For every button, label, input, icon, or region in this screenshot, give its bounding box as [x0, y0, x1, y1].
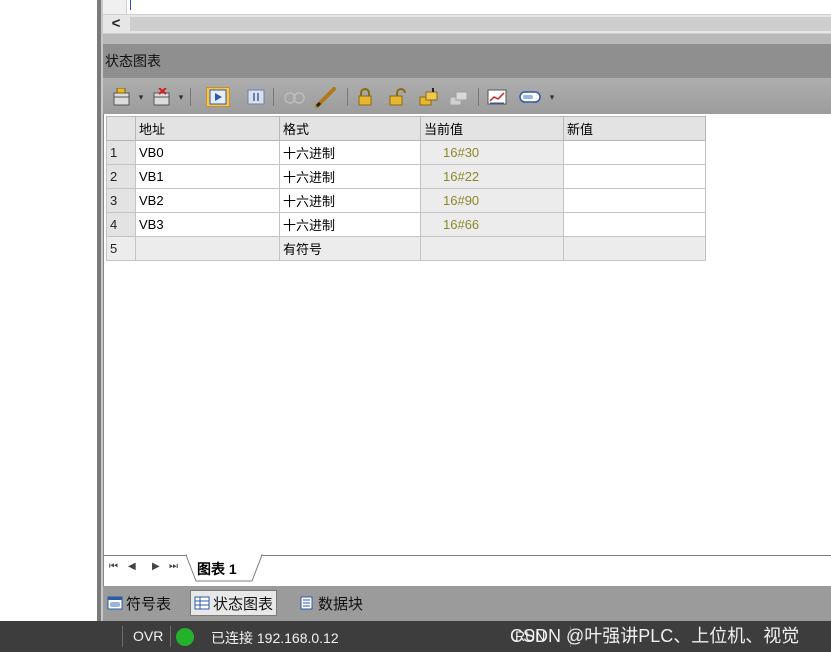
last-sheet-button[interactable]: ⏭ — [169, 561, 178, 572]
tag-icon — [519, 91, 541, 103]
unforce-button[interactable] — [386, 87, 410, 107]
new-value-cell[interactable] — [563, 212, 706, 237]
tab-status-chart[interactable]: 状态图表 — [190, 590, 278, 616]
toolbar-separator — [190, 88, 191, 106]
current-value-cell: 16#66 — [420, 212, 564, 237]
force-all-button[interactable] — [416, 87, 440, 107]
left-blank-area — [0, 0, 97, 621]
scroll-left-button[interactable]: < — [107, 16, 125, 32]
new-value-cell[interactable] — [563, 164, 706, 189]
editor-gutter — [103, 0, 127, 14]
format-cell[interactable]: 十六进制 — [279, 140, 421, 165]
status-chart-table: 地址 格式 当前值 新值 1 VB0 十六进制 16#30 2 VB1 十六进制… — [106, 116, 706, 261]
text-cursor — [130, 0, 131, 10]
insert-row-button[interactable] — [110, 87, 134, 107]
tab-data-block-label: 数据块 — [318, 595, 364, 613]
watermark-text: CSDN @叶强讲PLC、上位机、视觉 — [510, 626, 800, 646]
graph-button[interactable] — [281, 87, 309, 107]
tag-dropdown[interactable]: ▾ — [547, 87, 557, 107]
first-sheet-button[interactable]: ⏮ — [109, 561, 118, 572]
force-lock-icon — [358, 88, 372, 106]
monitor-start-icon — [209, 89, 227, 105]
table-row[interactable]: 4 VB3 十六进制 16#66 — [106, 212, 706, 237]
overwrite-mode-indicator: OVR — [133, 628, 164, 644]
insert-row-icon — [113, 88, 130, 106]
format-cell[interactable]: 十六进制 — [279, 188, 421, 213]
address-cell[interactable]: VB2 — [135, 188, 280, 213]
row-number[interactable]: 1 — [106, 140, 136, 165]
sheet-tab-chart-1[interactable]: 图表 1 — [197, 559, 237, 579]
status-chart-icon — [194, 596, 210, 610]
delete-row-icon — [153, 88, 170, 106]
row-number[interactable]: 3 — [106, 188, 136, 213]
unforce-icon — [389, 88, 406, 106]
insert-dropdown[interactable]: ▾ — [136, 87, 146, 107]
scrollbar-thumb[interactable] — [130, 17, 831, 31]
new-value-column-header[interactable]: 新值 — [563, 116, 706, 141]
prev-sheet-button[interactable]: ◀ — [128, 561, 136, 572]
program-editor-area[interactable] — [103, 0, 831, 14]
table-row[interactable]: 3 VB2 十六进制 16#90 — [106, 188, 706, 213]
panel-title: 状态图表 — [103, 44, 831, 78]
start-monitoring-button[interactable] — [206, 87, 230, 107]
table-row[interactable]: 1 VB0 十六进制 16#30 — [106, 140, 706, 165]
status-separator — [122, 626, 123, 647]
force-all-icon — [419, 88, 438, 106]
format-column-header[interactable]: 格式 — [279, 116, 421, 141]
connection-status-icon — [176, 628, 194, 646]
write-pencil-icon — [315, 87, 336, 108]
new-value-cell[interactable] — [563, 140, 706, 165]
format-cell[interactable]: 十六进制 — [279, 212, 421, 237]
row-number-header — [106, 116, 136, 141]
current-value-cell: 16#22 — [420, 164, 564, 189]
format-cell[interactable]: 有符号 — [279, 236, 421, 261]
current-value-cell: 16#90 — [420, 188, 564, 213]
current-value-cell: 16#30 — [420, 140, 564, 165]
table-header-row: 地址 格式 当前值 新值 — [106, 116, 706, 141]
address-cell[interactable] — [135, 236, 280, 261]
table-row[interactable]: 5 有符号 — [106, 236, 706, 261]
address-column-header[interactable]: 地址 — [135, 116, 280, 141]
monitor-pause-icon — [247, 89, 265, 105]
current-value-cell — [420, 236, 564, 261]
new-value-cell[interactable] — [563, 188, 706, 213]
current-value-column-header[interactable]: 当前值 — [420, 116, 564, 141]
connection-status-text: 已连接 192.168.0.12 — [211, 630, 339, 646]
delete-row-button[interactable] — [150, 87, 174, 107]
force-button[interactable] — [353, 87, 377, 107]
panel-splitter[interactable] — [103, 34, 831, 44]
pause-monitoring-button[interactable] — [244, 87, 268, 107]
read-all-icon — [449, 91, 468, 106]
graph-disabled-icon — [284, 92, 305, 104]
tab-data-block[interactable]: 数据块 — [296, 590, 366, 616]
toolbar-separator — [273, 88, 274, 106]
tab-status-chart-label: 状态图表 — [213, 595, 274, 613]
new-value-cell[interactable] — [563, 236, 706, 261]
address-cell[interactable]: VB0 — [135, 140, 280, 165]
table-row[interactable]: 2 VB1 十六进制 16#22 — [106, 164, 706, 189]
toolbar-separator — [478, 88, 479, 106]
tab-symbol-table[interactable]: 符号表 — [104, 590, 174, 616]
delete-dropdown[interactable]: ▾ — [176, 87, 186, 107]
data-block-icon — [300, 596, 313, 610]
address-cell[interactable]: VB3 — [135, 212, 280, 237]
trend-view-button[interactable] — [485, 87, 509, 107]
read-all-button[interactable] — [446, 87, 470, 107]
status-separator — [170, 626, 171, 647]
format-cell[interactable]: 十六进制 — [279, 164, 421, 189]
write-button[interactable] — [312, 87, 340, 108]
row-number[interactable]: 4 — [106, 212, 136, 237]
address-cell[interactable]: VB1 — [135, 164, 280, 189]
symbol-table-icon — [107, 596, 123, 610]
tab-symbol-table-label: 符号表 — [126, 595, 172, 613]
toolbar-separator — [347, 88, 348, 106]
next-sheet-button[interactable]: ▶ — [152, 561, 160, 572]
tag-button[interactable] — [516, 87, 544, 107]
row-number[interactable]: 2 — [106, 164, 136, 189]
trend-chart-icon — [487, 89, 507, 105]
row-number[interactable]: 5 — [106, 236, 136, 261]
